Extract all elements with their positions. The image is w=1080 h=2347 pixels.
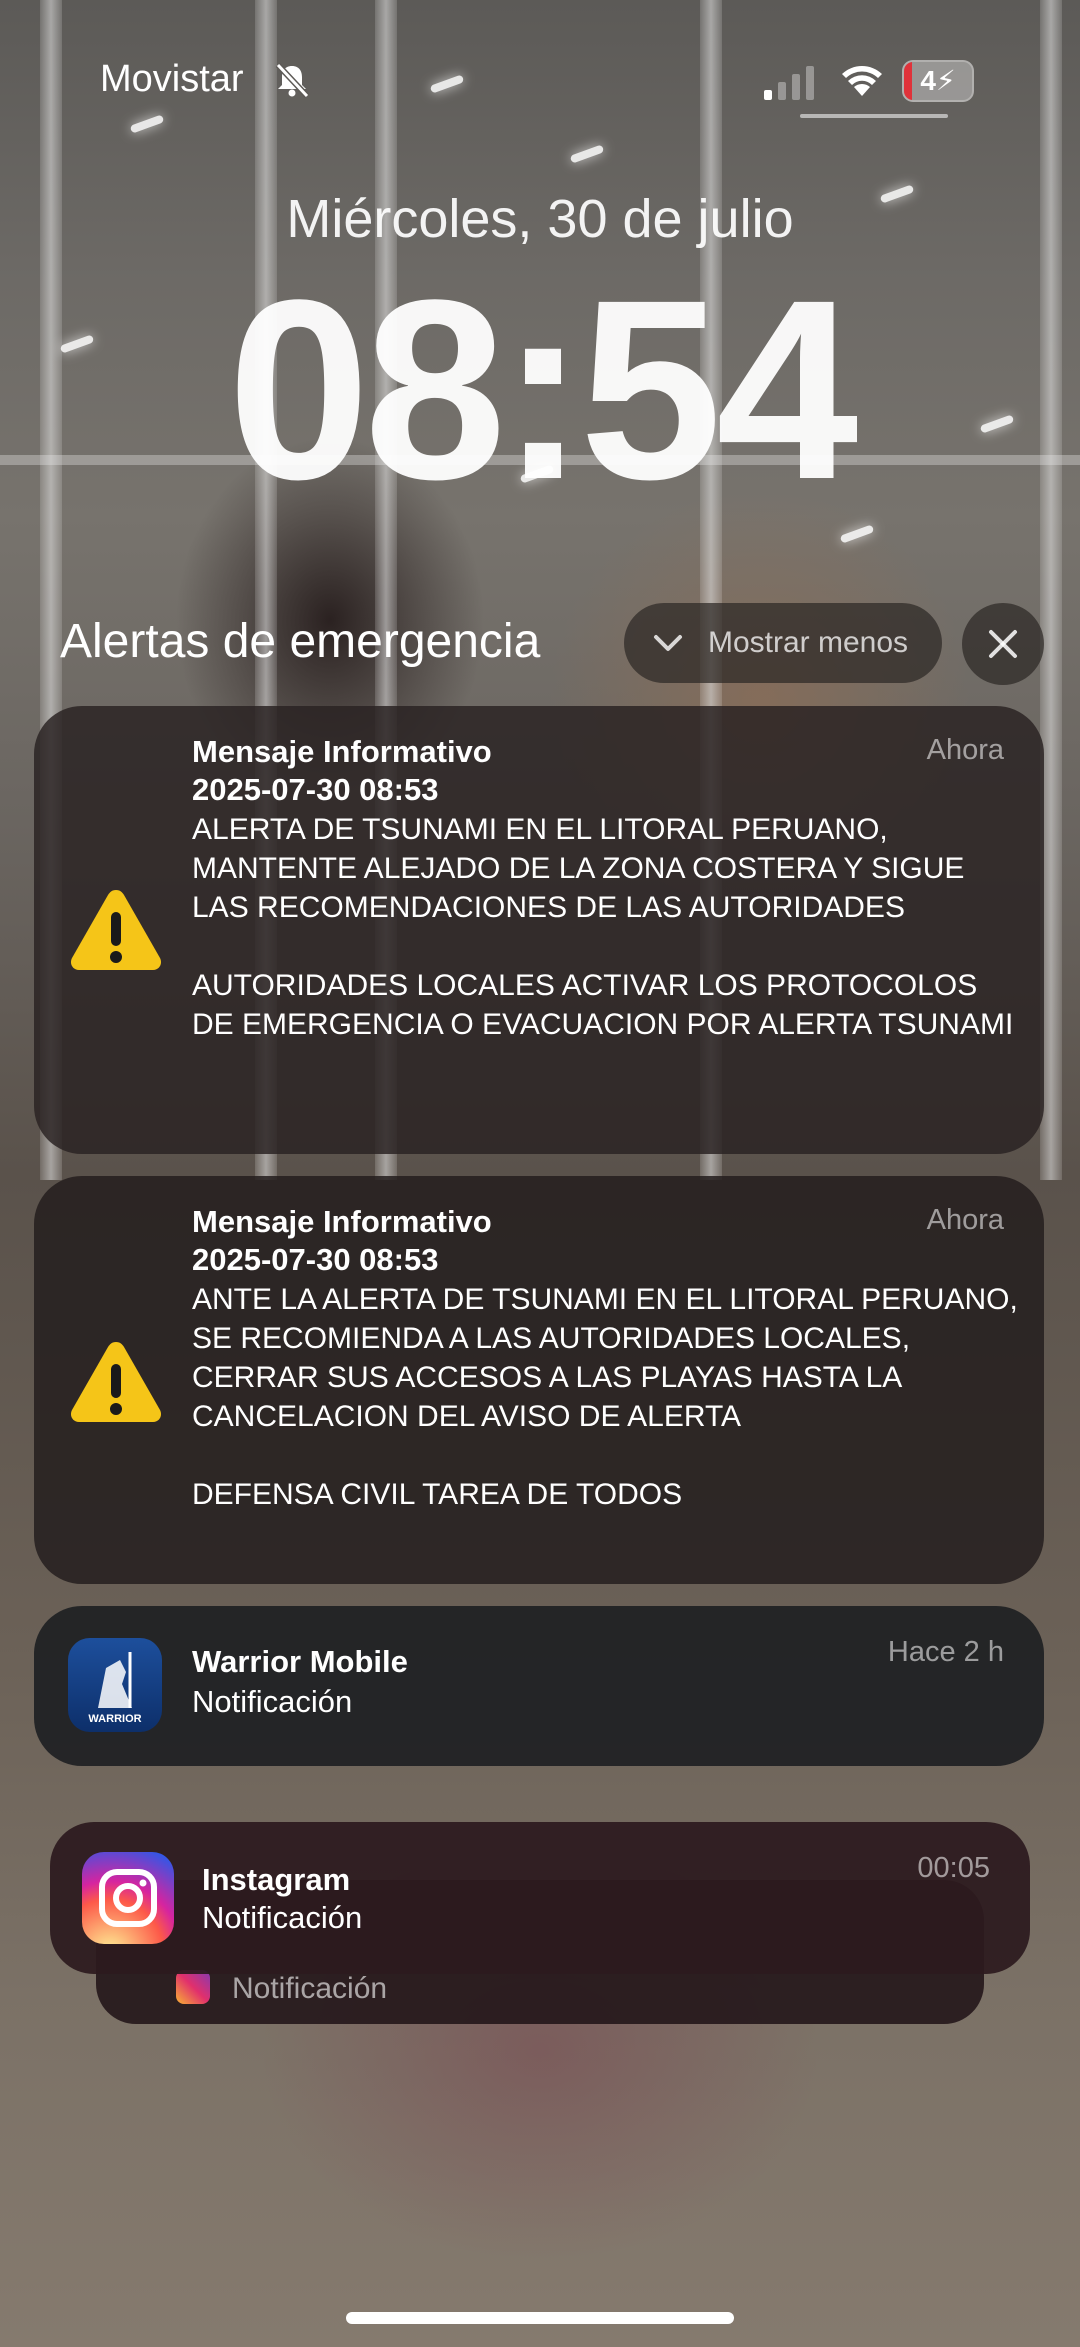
notification-text: Notificación [192, 1684, 353, 1719]
alert-title: Mensaje Informativo [192, 734, 492, 769]
instagram-camera-icon [99, 1869, 157, 1927]
alert-title: Mensaje Informativo [192, 1204, 492, 1239]
alert-body: ANTE LA ALERTA DE TSUNAMI EN EL LITORAL … [192, 1283, 1018, 1511]
notification-app-name: Instagram [202, 1862, 351, 1897]
charging-bolt-icon: ⚡ [935, 65, 956, 96]
lockscreen-date: Miércoles, 30 de julio [286, 189, 794, 249]
warning-icon [70, 890, 162, 970]
emergency-alert-notification[interactable]: Mensaje Informativo 2025-07-30 08:53 Aho… [34, 1176, 1044, 1584]
home-indicator[interactable] [346, 2312, 734, 2324]
show-less-label: Mostrar menos [708, 626, 909, 659]
warning-icon [70, 1342, 162, 1422]
chevron-down-icon [654, 635, 682, 651]
wifi-icon [842, 66, 882, 96]
instagram-notification[interactable]: Instagram Notificación 00:05 [50, 1822, 1030, 1974]
notification-app-name: Warrior Mobile [192, 1644, 408, 1679]
close-icon [989, 630, 1017, 658]
notification-time: Hace 2 h [887, 1636, 1004, 1668]
string-light [129, 114, 165, 134]
stacked-notification-text: Notificación [232, 1972, 388, 2005]
alert-body: ALERTA DE TSUNAMI EN EL LITORAL PERUANO,… [192, 813, 1014, 1041]
alert-time-ago: Ahora [926, 1204, 1004, 1236]
cellular-signal-icon [764, 66, 814, 100]
clear-notifications-button[interactable] [962, 603, 1044, 685]
control-center-indicator[interactable] [800, 114, 948, 118]
instagram-app-icon [82, 1852, 174, 1944]
warrior-logo: WARRIOR [88, 1652, 142, 1725]
status-bar: Movistar 4⚡ [0, 52, 1080, 118]
notification-text: Notificación [202, 1900, 363, 1935]
lockscreen-time: 08:54 [227, 247, 859, 533]
carrier-name: Movistar [100, 58, 244, 100]
alert-time-ago: Ahora [926, 734, 1004, 766]
warrior-mobile-notification[interactable]: WARRIOR Warrior Mobile Notificación Hace… [34, 1606, 1044, 1766]
instagram-small-icon [176, 1970, 210, 2004]
warrior-mobile-app-icon: WARRIOR [68, 1638, 162, 1732]
notification-group-title: Alertas de emergencia [60, 615, 541, 668]
battery-charging-icon: 4⚡ [902, 60, 974, 102]
warrior-icon-label: WARRIOR [88, 1713, 141, 1725]
notification-time: 00:05 [917, 1852, 990, 1884]
alert-timestamp: 2025-07-30 08:53 [192, 772, 439, 807]
bell-slash-icon [275, 62, 310, 99]
alert-timestamp: 2025-07-30 08:53 [192, 1242, 439, 1277]
battery-level: 4 [920, 65, 936, 96]
string-light [569, 144, 605, 164]
emergency-alert-notification[interactable]: Mensaje Informativo 2025-07-30 08:53 Aho… [34, 706, 1044, 1154]
show-less-button[interactable]: Mostrar menos [624, 603, 942, 683]
